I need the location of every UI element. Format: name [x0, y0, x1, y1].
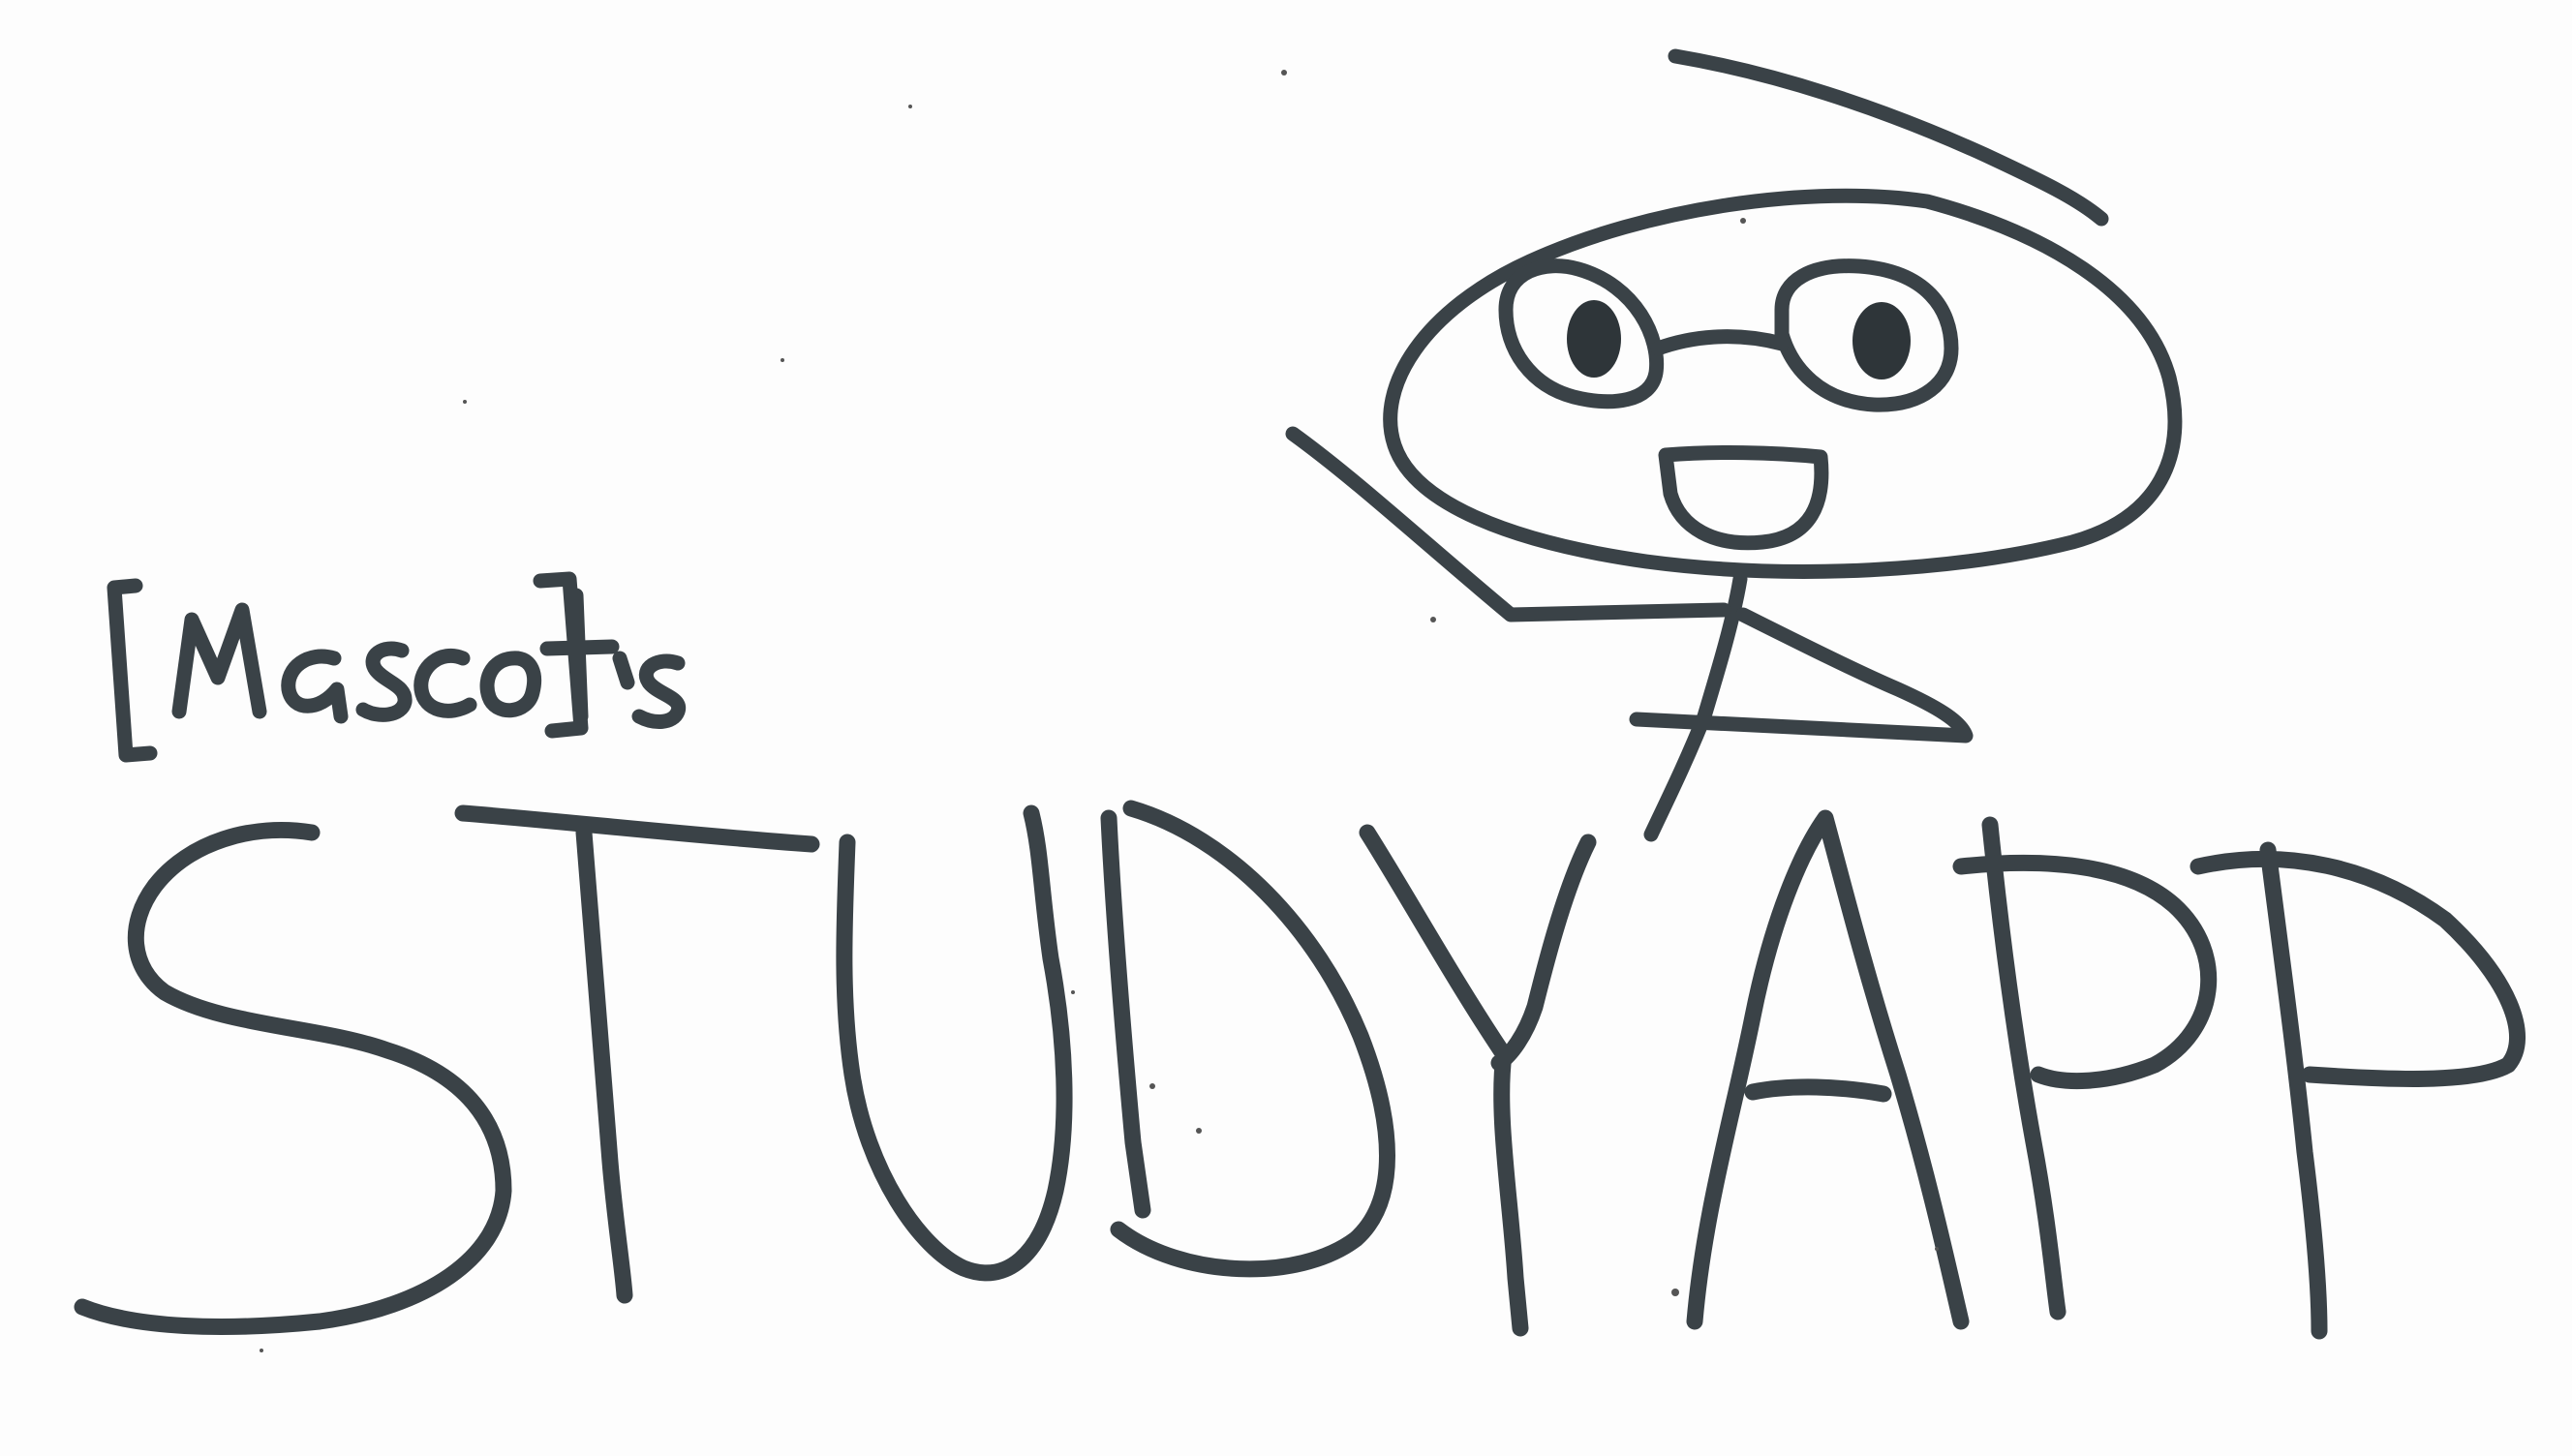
- letter-P2-bowl: [2189, 850, 2526, 1087]
- mascot-right-pupil: [1852, 302, 1911, 379]
- letter-Y-stem: [1493, 1046, 1529, 1337]
- letter-Y-right: [1490, 834, 1597, 1072]
- letter-Y-left: [1359, 824, 1510, 1059]
- letter-D-stem: [1100, 809, 1151, 1219]
- letter-U: [836, 804, 1073, 1282]
- letter-A-bar: [1744, 1078, 1892, 1103]
- sketch-canvas: [Mascot]'s STUDYAPP: [0, 0, 2572, 1456]
- mascot-head: [1383, 188, 2183, 579]
- mascot-left-pupil: [1567, 300, 1621, 378]
- letter-S: [74, 822, 512, 1335]
- hand-drawn-logo: [74, 48, 2526, 1352]
- mascot-glasses-bridge: [1650, 329, 1790, 356]
- subtitle-lettering: [107, 571, 687, 763]
- mascot-other-limb: [1629, 607, 1974, 743]
- letter-D-bowl: [1110, 800, 1395, 1278]
- letter-A: [1686, 809, 1970, 1330]
- letter-P2-stem: [2259, 841, 2328, 1340]
- mascot-mouth: [1658, 445, 1829, 551]
- letter-T-top: [454, 804, 820, 853]
- stick-figure-mascot-icon: [1285, 48, 2183, 842]
- letter-T-stem: [575, 824, 633, 1304]
- letter-P1-stem: [1981, 816, 2067, 1320]
- title-lettering: [74, 800, 2526, 1340]
